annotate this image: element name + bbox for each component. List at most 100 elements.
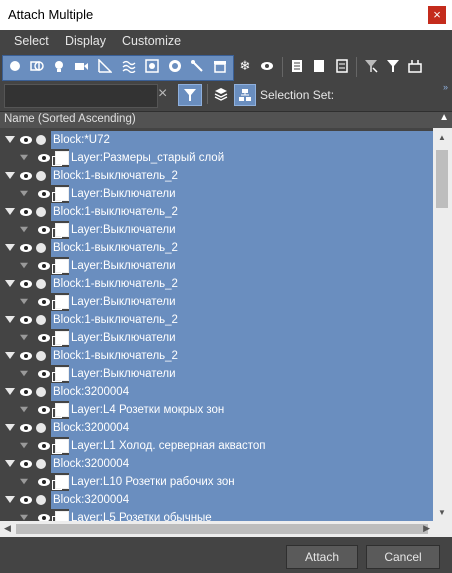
expand-arrow-icon[interactable] <box>5 172 15 179</box>
expand-arrow-icon[interactable] <box>5 352 15 359</box>
freeze-dot-icon[interactable] <box>36 243 46 253</box>
freeze-dot-icon[interactable] <box>36 207 46 217</box>
close-button[interactable]: × <box>428 6 446 24</box>
layer-row[interactable]: Layer:L10 Розетки рабочих зон <box>0 473 433 491</box>
geometry-filter-icon[interactable] <box>6 57 24 75</box>
scroll-left-icon[interactable]: ◀ <box>4 523 11 534</box>
layers-icon[interactable] <box>212 85 230 103</box>
visibility-eye-icon[interactable] <box>38 406 50 414</box>
horizontal-scrollbar[interactable]: ◀ ▶ <box>0 521 452 537</box>
spacewarps-filter-icon[interactable] <box>120 57 138 75</box>
block-row[interactable]: Block:1-выключатель_2 <box>0 203 433 221</box>
visibility-eye-icon[interactable] <box>20 496 32 504</box>
block-row[interactable]: Block:1-выключатель_2 <box>0 311 433 329</box>
freeze-dot-icon[interactable] <box>36 423 46 433</box>
freeze-dot-icon[interactable] <box>36 495 46 505</box>
filter-exclude-icon[interactable] <box>362 57 380 75</box>
expand-arrow-icon[interactable] <box>20 370 28 377</box>
visibility-eye-icon[interactable] <box>20 388 32 396</box>
layer-row[interactable]: Layer:L4 Розетки мокрых зон <box>0 401 433 419</box>
visibility-eye-icon[interactable] <box>20 172 32 180</box>
invert-selection-icon[interactable] <box>333 57 351 75</box>
visibility-eye-icon[interactable] <box>38 154 50 162</box>
visibility-eye-icon[interactable] <box>20 136 32 144</box>
layer-row[interactable]: Layer:Выключатели <box>0 293 433 311</box>
visibility-eye-icon[interactable] <box>20 316 32 324</box>
filter-icon[interactable] <box>384 57 402 75</box>
containers-filter-icon[interactable] <box>211 57 229 75</box>
freeze-dot-icon[interactable] <box>36 171 46 181</box>
shapes-filter-icon[interactable] <box>28 57 46 75</box>
visibility-eye-icon[interactable] <box>38 478 50 486</box>
select-all-icon[interactable] <box>288 57 306 75</box>
hierarchy-toggle-button[interactable] <box>234 84 256 106</box>
search-input[interactable] <box>4 84 158 108</box>
cameras-filter-icon[interactable] <box>72 57 90 75</box>
block-row[interactable]: Block:3200004 <box>0 383 433 401</box>
expand-arrow-icon[interactable] <box>20 442 28 449</box>
expand-arrow-icon[interactable] <box>20 334 28 341</box>
expand-arrow-icon[interactable] <box>5 424 15 431</box>
layer-row[interactable]: Layer:L5 Розетки обычные <box>0 509 433 521</box>
bones-filter-icon[interactable] <box>188 57 206 75</box>
cancel-button[interactable]: Cancel <box>366 545 440 569</box>
visibility-eye-icon[interactable] <box>38 226 50 234</box>
menu-select[interactable]: Select <box>14 34 49 48</box>
block-row[interactable]: Block:1-выключатель_2 <box>0 275 433 293</box>
expand-arrow-icon[interactable] <box>20 154 28 161</box>
visibility-eye-icon[interactable] <box>38 514 50 521</box>
hidden-filter-icon[interactable] <box>258 57 276 75</box>
expand-arrow-icon[interactable] <box>20 478 28 485</box>
clear-search-icon[interactable]: × <box>158 85 167 103</box>
select-none-icon[interactable] <box>310 57 328 75</box>
visibility-eye-icon[interactable] <box>38 334 50 342</box>
freeze-dot-icon[interactable] <box>36 351 46 361</box>
column-header[interactable]: Name (Sorted Ascending) ▲ <box>0 111 452 129</box>
block-row[interactable]: Block:3200004 <box>0 491 433 509</box>
configure-icon[interactable] <box>406 57 424 75</box>
vertical-scroll-thumb[interactable] <box>436 150 448 208</box>
block-row[interactable]: Block:1-выключатель_2 <box>0 167 433 185</box>
freeze-dot-icon[interactable] <box>36 459 46 469</box>
vertical-scrollbar[interactable]: ▲ ▼ <box>433 128 452 521</box>
layer-row[interactable]: Layer:Выключатели <box>0 329 433 347</box>
expand-arrow-icon[interactable] <box>20 226 28 233</box>
expand-chevron-icon[interactable]: » <box>443 82 448 92</box>
helpers-filter-icon[interactable] <box>96 57 114 75</box>
block-row[interactable]: Block:3200004 <box>0 455 433 473</box>
expand-arrow-icon[interactable] <box>5 496 15 503</box>
visibility-eye-icon[interactable] <box>20 352 32 360</box>
freeze-dot-icon[interactable] <box>36 279 46 289</box>
scroll-down-icon[interactable]: ▼ <box>438 508 446 517</box>
expand-arrow-icon[interactable] <box>5 460 15 467</box>
block-row[interactable]: Block:1-выключатель_2 <box>0 239 433 257</box>
expand-arrow-icon[interactable] <box>20 262 28 269</box>
expand-arrow-icon[interactable] <box>20 298 28 305</box>
visibility-eye-icon[interactable] <box>38 190 50 198</box>
frozen-filter-icon[interactable]: ❄ <box>236 57 254 75</box>
scroll-right-icon[interactable]: ▶ <box>423 523 430 534</box>
expand-arrow-icon[interactable] <box>5 208 15 215</box>
expand-arrow-icon[interactable] <box>5 280 15 287</box>
visibility-eye-icon[interactable] <box>38 370 50 378</box>
visibility-eye-icon[interactable] <box>20 460 32 468</box>
layer-row[interactable]: Layer:Выключатели <box>0 185 433 203</box>
expand-arrow-icon[interactable] <box>5 244 15 251</box>
xrefs-filter-icon[interactable] <box>166 57 184 75</box>
horizontal-scroll-thumb[interactable] <box>16 524 428 534</box>
block-row[interactable]: Block:1-выключатель_2 <box>0 347 433 365</box>
layer-row[interactable]: Layer:Выключатели <box>0 221 433 239</box>
visibility-eye-icon[interactable] <box>38 262 50 270</box>
expand-arrow-icon[interactable] <box>5 316 15 323</box>
visibility-eye-icon[interactable] <box>20 424 32 432</box>
block-row[interactable]: Block:3200004 <box>0 419 433 437</box>
lights-filter-icon[interactable] <box>50 57 68 75</box>
expand-arrow-icon[interactable] <box>20 190 28 197</box>
visibility-eye-icon[interactable] <box>20 208 32 216</box>
visibility-eye-icon[interactable] <box>38 298 50 306</box>
scroll-up-icon[interactable]: ▲ <box>438 133 446 142</box>
block-row[interactable]: Block:*U72 <box>0 131 433 149</box>
visibility-eye-icon[interactable] <box>38 442 50 450</box>
menu-customize[interactable]: Customize <box>122 34 181 48</box>
layer-row[interactable]: Layer:L1 Холод. серверная аквастоп <box>0 437 433 455</box>
